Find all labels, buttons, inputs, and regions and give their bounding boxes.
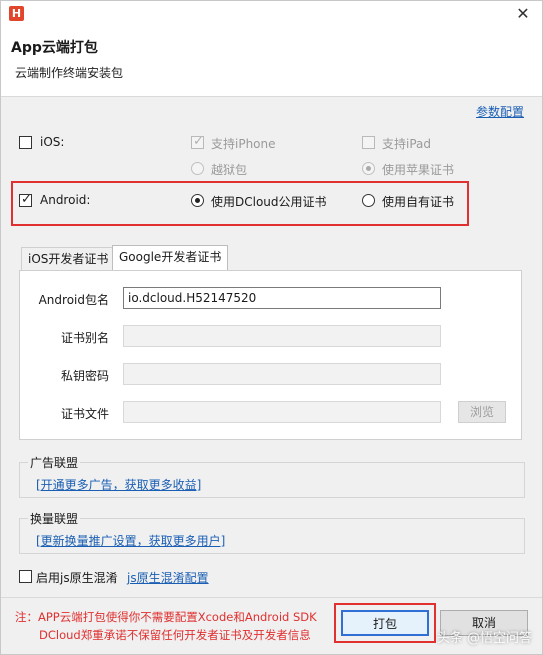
- support-ipad-checkbox[interactable]: [362, 136, 375, 149]
- checkmark-icon: ✓: [193, 134, 204, 149]
- tab-ios-cert[interactable]: iOS开发者证书: [21, 247, 116, 271]
- android-checkbox[interactable]: ✓: [19, 192, 32, 207]
- private-key-password-label: 私钥密码: [60, 369, 109, 383]
- swap-union-title: 换量联盟: [28, 510, 81, 527]
- js-obfuscate-checkbox[interactable]: [19, 570, 32, 583]
- cert-alias-input[interactable]: [123, 325, 441, 347]
- footer-note-line1: 注：APP云端打包使得你不需要配置Xcode和Android SDK: [15, 610, 317, 624]
- swap-union-link[interactable]: [更新换量推广设置，获取更多用户]: [36, 532, 225, 549]
- dialog-subtitle: 云端制作终端安装包: [15, 66, 124, 80]
- swap-union-group: 换量联盟 [更新换量推广设置，获取更多用户]: [19, 510, 525, 554]
- dcloud-cert-radio[interactable]: [191, 194, 204, 207]
- ios-checkbox[interactable]: [19, 136, 32, 149]
- support-iphone-label: 支持iPhone: [211, 137, 276, 151]
- browse-button[interactable]: 浏览: [458, 401, 506, 423]
- checkmark-icon: ✓: [21, 192, 32, 207]
- ad-union-group: 广告联盟 [开通更多广告，获取更多收益]: [19, 454, 525, 498]
- apple-cert-radio[interactable]: [362, 162, 375, 175]
- footer-note-line2: DCloud郑重承诺不保留任何开发者证书及开发者信息: [39, 628, 311, 642]
- watermark-text: 头条 @悟空问答: [436, 631, 532, 646]
- hbuilder-app-icon: H: [9, 6, 24, 21]
- package-name-label: Android包名: [38, 293, 109, 307]
- js-obfuscate-config-link[interactable]: js原生混淆配置: [127, 569, 209, 586]
- ad-union-title: 广告联盟: [28, 454, 81, 471]
- radio-dot-icon: [195, 198, 200, 203]
- ad-union-link[interactable]: [开通更多广告，获取更多收益]: [36, 476, 201, 493]
- pack-button[interactable]: 打包: [341, 610, 429, 636]
- dialog-window: H ✕ App云端打包 云端制作终端安装包 参数配置 iOS: ✓ 支持iPho…: [0, 0, 543, 655]
- radio-dot-icon: [366, 166, 371, 171]
- own-cert-radio[interactable]: [362, 194, 375, 207]
- tab-google-cert[interactable]: Google开发者证书: [112, 245, 229, 271]
- jailbreak-label: 越狱包: [211, 163, 248, 177]
- dialog-header: H ✕ App云端打包 云端制作终端安装包: [1, 1, 542, 97]
- cert-file-input[interactable]: [123, 401, 441, 423]
- jailbreak-radio[interactable]: [191, 162, 204, 175]
- support-iphone-checkbox[interactable]: ✓: [191, 134, 204, 149]
- private-key-password-input[interactable]: [123, 363, 441, 385]
- android-label: Android:: [40, 193, 91, 207]
- package-name-input[interactable]: io.dcloud.H52147520: [123, 287, 441, 309]
- apple-cert-label: 使用苹果证书: [382, 163, 455, 177]
- cert-alias-label: 证书别名: [60, 331, 109, 345]
- support-ipad-label: 支持iPad: [382, 137, 432, 151]
- cert-file-label: 证书文件: [60, 407, 109, 421]
- js-obfuscate-label: 启用js原生混淆: [36, 571, 118, 585]
- dialog-title: App云端打包: [11, 40, 98, 56]
- params-config-link[interactable]: 参数配置: [476, 103, 524, 120]
- ios-label: iOS:: [40, 135, 65, 149]
- dcloud-cert-label: 使用DCloud公用证书: [211, 195, 327, 209]
- close-button[interactable]: ✕: [514, 5, 532, 23]
- own-cert-label: 使用自有证书: [382, 195, 455, 209]
